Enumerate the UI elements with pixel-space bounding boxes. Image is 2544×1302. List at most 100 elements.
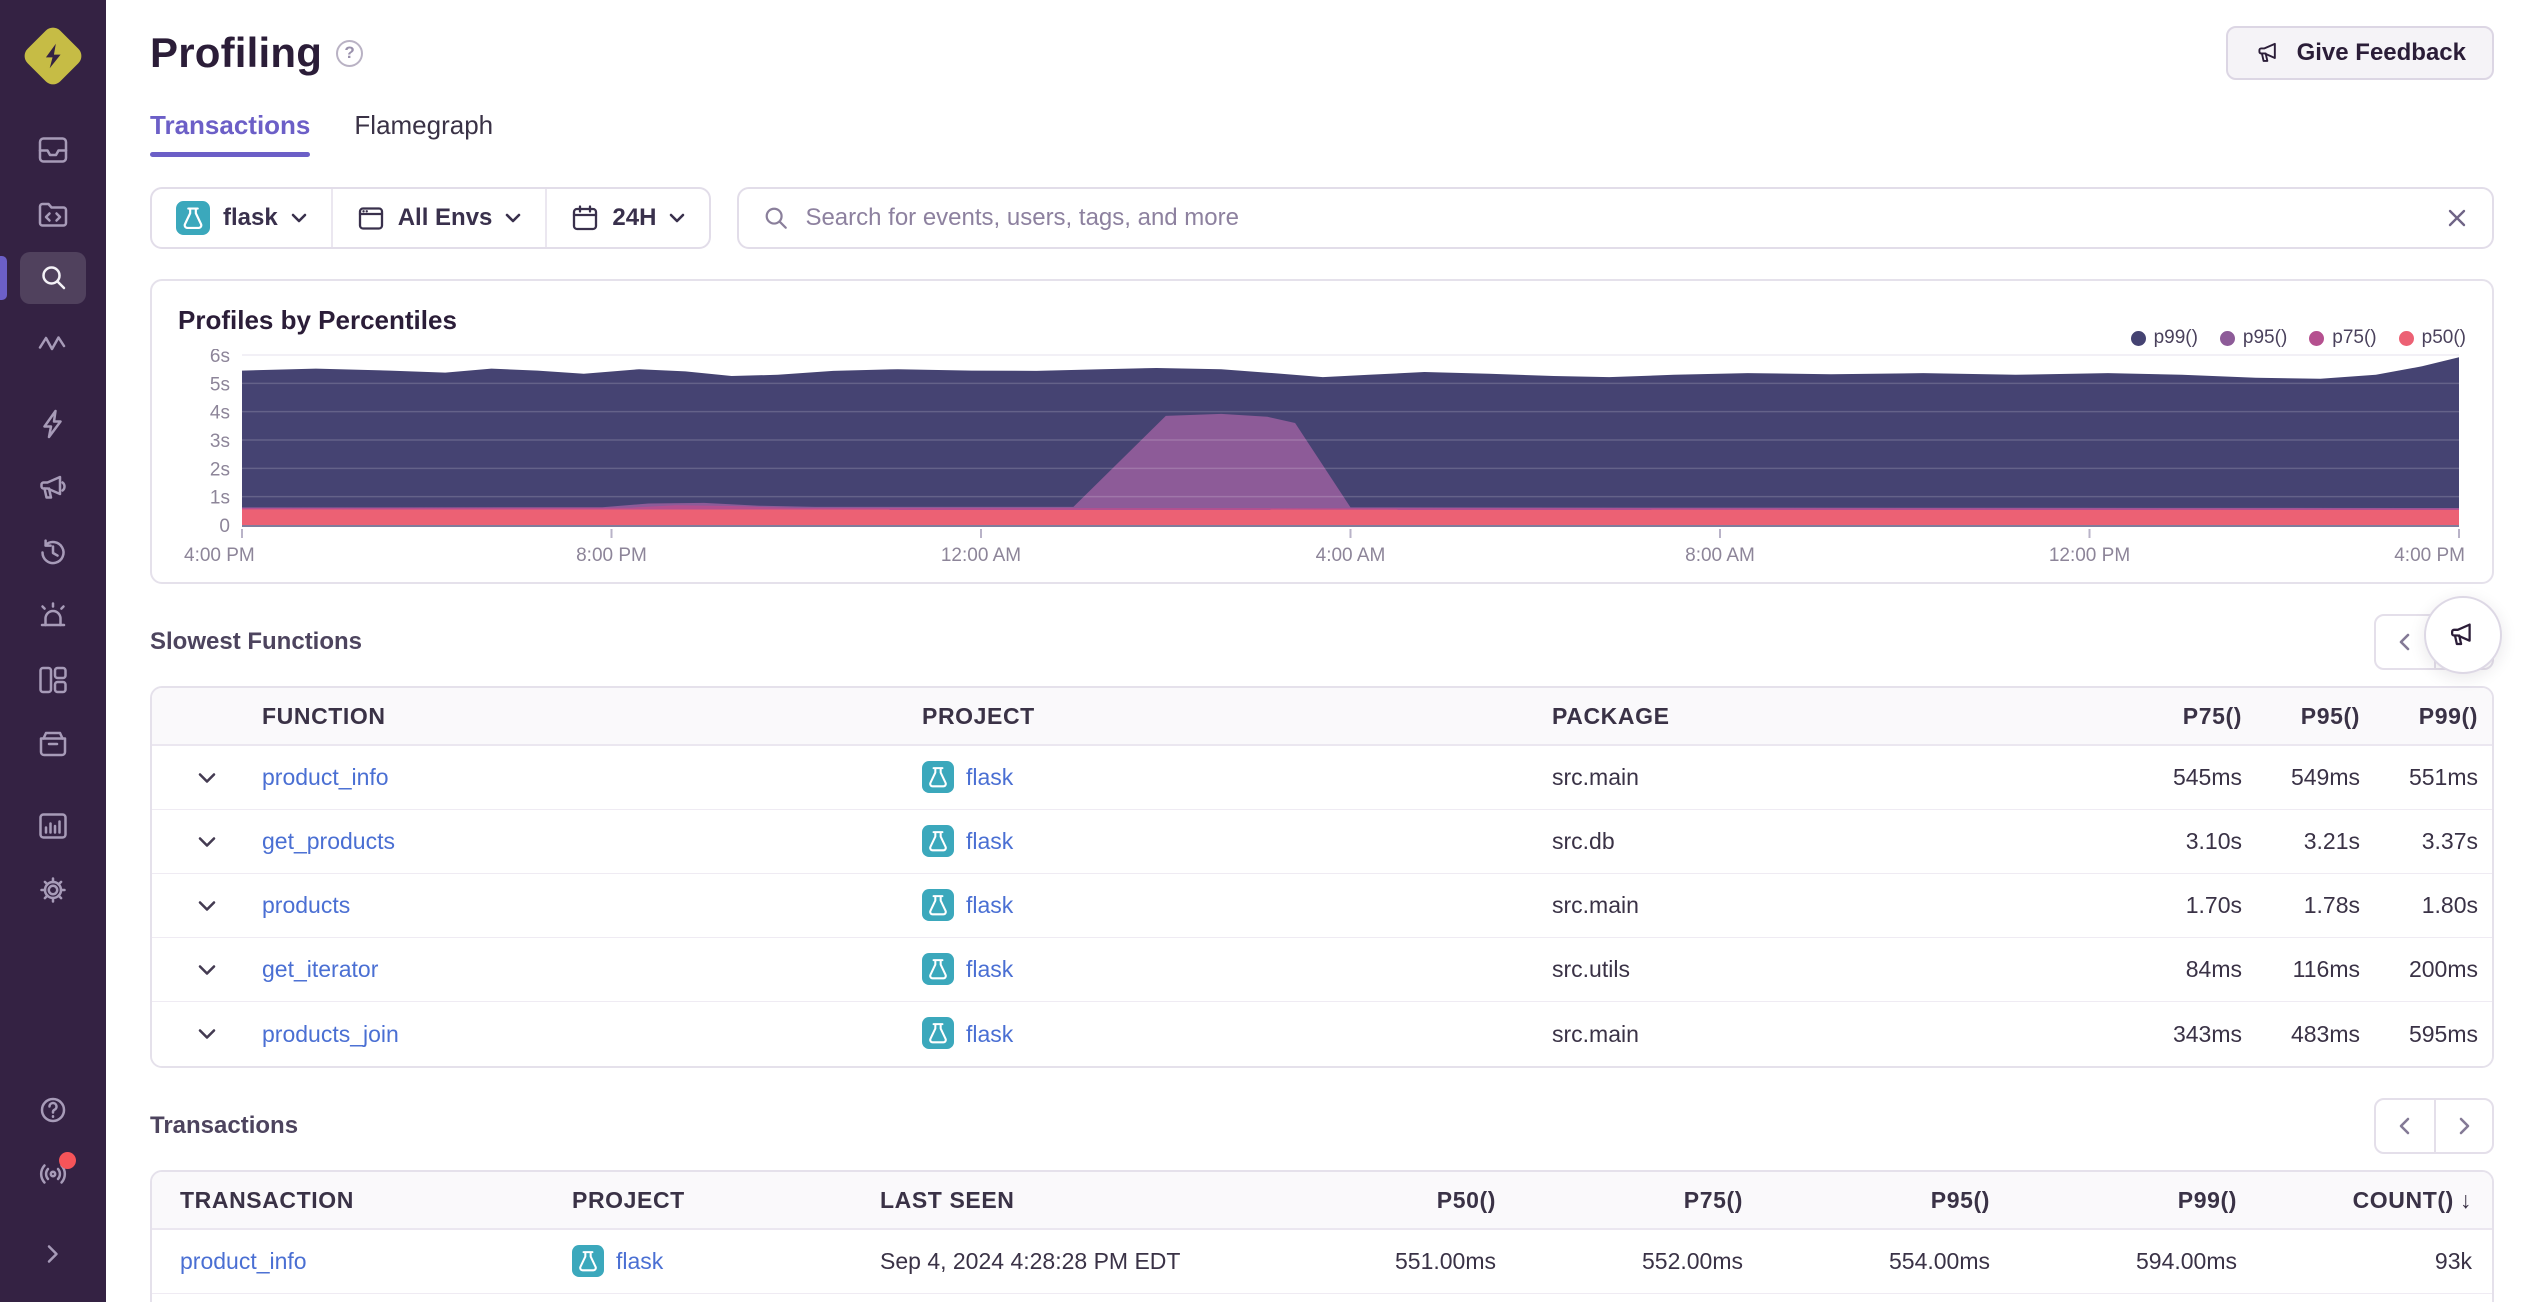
environment-filter[interactable]: All Envs <box>333 189 548 247</box>
sidebar-item-releases[interactable] <box>20 718 86 770</box>
function-link[interactable]: products <box>262 892 350 918</box>
project-link[interactable]: flask <box>966 1021 1013 1048</box>
issues-icon <box>38 137 68 163</box>
transaction-link[interactable]: product_info <box>180 1248 307 1274</box>
dashboards-icon <box>39 666 67 694</box>
next-page-button[interactable] <box>2434 1100 2492 1152</box>
sidebar-item-replays[interactable] <box>20 526 86 578</box>
function-link[interactable]: products_join <box>262 1021 399 1047</box>
expand-row-toggle[interactable] <box>152 836 262 848</box>
project-cell: flask <box>572 1244 880 1279</box>
search-bar[interactable] <box>737 187 2494 249</box>
slowest-functions-title: Slowest Functions <box>150 628 363 655</box>
page-title: Profiling <box>150 29 323 76</box>
column-header[interactable]: COUNT() ↓ <box>2237 1187 2472 1214</box>
project-link[interactable]: flask <box>966 828 1013 855</box>
sidebar-item-user-feedback[interactable] <box>20 462 86 514</box>
column-header[interactable]: P99() <box>2360 703 2478 730</box>
p99-cell: 594.00ms <box>2135 1248 2237 1274</box>
svg-text:12:00 AM: 12:00 AM <box>941 545 1021 566</box>
tab-flamegraph[interactable]: Flamegraph <box>354 110 493 157</box>
sidebar-item-help[interactable] <box>20 1084 86 1136</box>
project-filter[interactable]: flask <box>152 189 333 247</box>
sidebar-item-insights[interactable] <box>20 398 86 450</box>
column-header[interactable]: P75() <box>2082 703 2242 730</box>
last-seen-cell: Sep 4, 2024 4:28:28 PM EDT <box>880 1248 1181 1274</box>
project-link[interactable]: flask <box>966 956 1013 983</box>
slowest-functions-body: product_info flask src.main 545ms 549ms 551ms… <box>152 746 2492 1066</box>
column-header[interactable]: FUNCTION <box>262 703 922 730</box>
svg-text:2s: 2s <box>210 459 230 480</box>
project-link[interactable]: flask <box>616 1248 663 1275</box>
floating-feedback-button[interactable] <box>2424 596 2502 674</box>
expand-row-toggle[interactable] <box>152 900 262 912</box>
p95-cell: 1.78s <box>2303 892 2360 918</box>
sidebar-item-stats[interactable] <box>20 800 86 852</box>
column-header[interactable]: P95() <box>1743 1187 1990 1214</box>
clear-search-icon[interactable] <box>2446 207 2468 229</box>
sidebar-item-traces[interactable] <box>20 316 86 368</box>
column-header[interactable]: TRANSACTION <box>152 1187 572 1214</box>
page-filter-group: flask All Envs 24H <box>150 187 712 249</box>
legend-item-p75[interactable]: p75() <box>2309 327 2377 349</box>
expand-row-toggle[interactable] <box>152 1028 262 1040</box>
help-icon <box>40 1097 66 1123</box>
transactions-title: Transactions <box>150 1112 299 1139</box>
function-cell: product_info <box>262 764 922 791</box>
notification-dot <box>59 1152 76 1169</box>
give-feedback-button[interactable]: Give Feedback <box>2225 26 2494 80</box>
sidebar-item-projects[interactable] <box>20 188 86 240</box>
time-range-filter-label: 24H <box>612 204 657 231</box>
table-row: product_info flask src.main 545ms 549ms 551ms <box>152 746 2492 810</box>
page-help-icon[interactable]: ? <box>336 39 364 67</box>
column-header[interactable]: P75() <box>1496 1187 1743 1214</box>
transactions-body: product_info flask Sep 4, 2024 4:28:28 PM … <box>152 1230 2492 1302</box>
sentry-logo[interactable] <box>17 20 89 92</box>
column-header[interactable]: P50() <box>1249 1187 1496 1214</box>
sidebar-item-whats-new[interactable] <box>20 1148 86 1200</box>
sidebar-item-issues[interactable] <box>20 124 86 176</box>
expand-row-toggle[interactable] <box>152 964 262 976</box>
project-link[interactable]: flask <box>966 764 1013 791</box>
table-row: product_info flask Sep 4, 2024 4:28:28 PM … <box>152 1230 2492 1294</box>
column-header[interactable]: LAST SEEN <box>880 1187 1249 1214</box>
function-cell: get_products <box>262 828 922 855</box>
transactions-table: TRANSACTION PROJECT LAST SEEN P50() P75() P95… <box>150 1170 2494 1302</box>
sidebar-item-dashboards[interactable] <box>20 654 86 706</box>
p75-cell: 343ms <box>2172 1020 2242 1047</box>
legend-item-p50[interactable]: p50() <box>2398 327 2466 349</box>
legend-item-p95[interactable]: p95() <box>2219 327 2287 349</box>
project-link[interactable]: flask <box>966 892 1013 919</box>
sidebar-item-alerts[interactable] <box>20 590 86 642</box>
calendar-icon <box>573 205 598 231</box>
tab-transactions[interactable]: Transactions <box>150 110 311 157</box>
function-link[interactable]: product_info <box>262 764 389 790</box>
main-content: Profiling ? Give Feedback Transactions F… <box>106 0 2544 1302</box>
chart-legend: p99() p95() p75() p50() <box>2130 327 2466 349</box>
function-link[interactable]: get_iterator <box>262 956 378 982</box>
flask-project-icon <box>922 824 954 859</box>
legend-label: p50() <box>2421 327 2466 348</box>
search-input[interactable] <box>805 204 2430 232</box>
sidebar-item-settings[interactable] <box>20 864 86 916</box>
function-cell: get_iterator <box>262 956 922 983</box>
expand-row-toggle[interactable] <box>152 772 262 784</box>
tab-bar: Transactions Flamegraph <box>150 110 2494 157</box>
function-link[interactable]: get_products <box>262 828 395 854</box>
previous-page-button[interactable] <box>2376 1100 2434 1152</box>
column-header[interactable]: PROJECT <box>922 703 1552 730</box>
table-row: get_iterator flask src.utils 84ms 116ms 200ms <box>152 938 2492 1002</box>
time-range-filter[interactable]: 24H <box>547 189 709 247</box>
sidebar-collapse-toggle[interactable] <box>20 1228 86 1280</box>
percentiles-area-chart[interactable]: 0 1s 2s 3s 4s 5s 6s 4:00 PM 8:00 PM 12:00 AM 4:00 … <box>178 346 2467 567</box>
transactions-header: Transactions <box>150 1098 2494 1154</box>
page-header: Profiling ? Give Feedback <box>150 26 2494 80</box>
column-header[interactable]: P95() <box>2242 703 2360 730</box>
transaction-cell: product_info <box>152 1248 572 1275</box>
column-header[interactable]: P99() <box>1990 1187 2237 1214</box>
p75-cell: 552.00ms <box>1641 1248 1743 1274</box>
column-header[interactable]: PACKAGE <box>1552 703 2082 730</box>
column-header[interactable]: PROJECT <box>572 1187 880 1214</box>
sidebar-item-explore[interactable] <box>0 252 86 304</box>
legend-item-p99[interactable]: p99() <box>2130 327 2198 349</box>
